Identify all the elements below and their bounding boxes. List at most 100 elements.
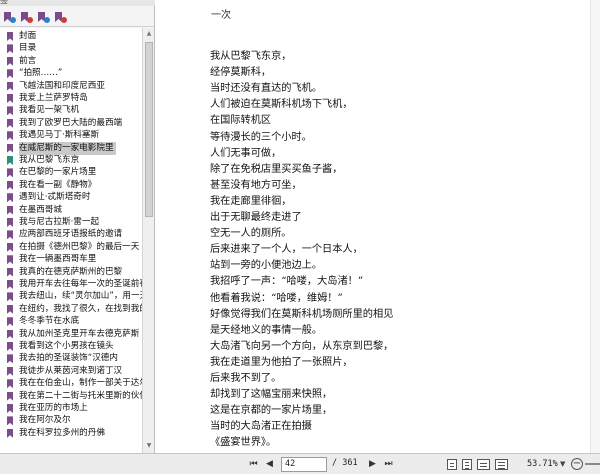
bookmark-icon xyxy=(7,44,13,54)
bookmark-item[interactable]: 我从加州圣克里开车去德克萨斯 xyxy=(0,328,142,341)
bookmark-icon xyxy=(7,354,13,364)
bookmark-icon xyxy=(7,131,13,141)
bookmark-item[interactable]: 在纽约，我找了很久，在找到我的 xyxy=(0,303,142,316)
bookmark-label: 冬冬季节在水底 xyxy=(19,316,80,327)
bookmark-item[interactable]: 我看到这个小男孩在镜头 xyxy=(0,340,142,353)
bookmark-item[interactable]: 我看见一架飞机 xyxy=(0,104,142,117)
next-page-icon[interactable]: ▶ xyxy=(367,459,378,470)
bookmark-item[interactable]: 我从巴黎飞东京 xyxy=(0,154,142,167)
bookmark-expand-icon[interactable] xyxy=(4,12,16,23)
scroll-up-icon[interactable]: ▲ xyxy=(145,30,153,38)
panel-header: 签 xyxy=(0,0,155,6)
bookmark-icon xyxy=(7,156,13,165)
bookmark-label: 封面 xyxy=(19,31,37,41)
scroll-down-icon[interactable]: ▼ xyxy=(145,442,153,450)
bookmark-icon xyxy=(7,342,13,351)
bookmark-item[interactable]: 我在科罗拉多州的丹佛 xyxy=(0,427,142,440)
text-line: 大岛渚飞向另一个方向，从东京到巴黎， xyxy=(210,340,394,352)
bookmark-label: 在威尼斯的一家电影院里 xyxy=(19,141,116,155)
page-number-input[interactable]: 42 xyxy=(281,457,327,472)
zoom-dropdown-icon[interactable]: ▼ xyxy=(560,460,565,468)
text-line: 我在走道里为他拍了一张照片， xyxy=(210,356,353,368)
bookmark-icon xyxy=(7,391,13,401)
bookmark-icon xyxy=(7,143,13,153)
bookmark-item[interactable]: 遇到让·忒斯塔奇时 xyxy=(0,191,142,204)
bookmark-item[interactable]: 我用开车去往每年一次的圣诞前夜 xyxy=(0,278,142,291)
status-bar: ⏮ ◀ 42 / 361 ▶ ⏭ 53.71% ▼ − xyxy=(0,453,600,474)
bookmark-label: 我在一辆墨西哥车里 xyxy=(19,254,97,265)
bookmark-item[interactable]: 我与尼古拉斯·雷一起 xyxy=(0,216,142,229)
bookmark-item[interactable]: 我遇见马丁·斯科塞斯 xyxy=(0,129,142,142)
bookmark-new-icon[interactable] xyxy=(21,12,33,23)
bookmark-icon xyxy=(7,304,13,314)
page-total-label: / 361 xyxy=(332,458,358,468)
text-line: 我在走廊里徘徊， xyxy=(210,195,292,207)
bookmark-options-icon[interactable] xyxy=(55,12,67,23)
text-line: 甚至没有地方可坐， xyxy=(210,179,302,191)
bookmark-item[interactable]: 冬冬季节在水底 xyxy=(0,315,142,328)
prev-page-icon[interactable]: ◀ xyxy=(264,459,275,470)
bookmark-toolbar xyxy=(0,8,155,27)
last-page-icon[interactable]: ⏭ xyxy=(383,459,394,470)
bookmark-label: 我徒步从莱茵河来到诺丁汉 xyxy=(19,365,123,376)
text-line: 当时还没有直达的飞机。 xyxy=(210,83,323,95)
bookmark-item[interactable]: 目录 xyxy=(0,42,142,55)
bookmark-label: 我真的在德克萨斯州的巴黎 xyxy=(19,266,123,277)
bookmark-item[interactable]: 我去拍的圣诞装饰“汉德内 xyxy=(0,352,142,365)
bookmark-label: 我去纽山，续“灵尔加山”，用一天 xyxy=(19,291,142,302)
bookmark-label: 我去拍的圣诞装饰“汉德内 xyxy=(19,353,118,364)
text-line: 我招呼了一声：“哈喽，大岛渚！” xyxy=(210,276,364,288)
first-page-icon[interactable]: ⏮ xyxy=(248,459,259,470)
text-line: 出于无聊最终走进了 xyxy=(210,212,302,223)
bookmark-label: 我在科罗拉多州的丹佛 xyxy=(19,427,105,438)
scrollbar-thumb[interactable] xyxy=(145,42,153,217)
bookmark-item[interactable]: 我去纽山，续“灵尔加山”，用一天 xyxy=(0,290,142,303)
text-line: 等待漫长的三个小时。 xyxy=(210,131,312,143)
bookmark-icon xyxy=(7,168,13,178)
bookmark-item[interactable]: 封面 xyxy=(0,30,142,43)
bookmark-icon xyxy=(7,379,13,389)
bookmark-label: 我到了欧罗巴大陆的最西端 xyxy=(19,117,123,128)
text-line: 好像觉得我们在莫斯科机场厕所里的相见 xyxy=(210,308,394,320)
bookmark-icon xyxy=(7,280,13,289)
bookmark-scrollbar[interactable]: ▲ ▼ xyxy=(142,28,154,453)
bookmark-item[interactable]: 飞越法国和印度尼西亚 xyxy=(0,80,142,93)
continuous-facing-view-icon[interactable] xyxy=(495,459,508,470)
bookmark-collapse-icon[interactable] xyxy=(38,12,50,23)
bookmark-item[interactable]: 在威尼斯的一家电影院里 xyxy=(0,141,142,155)
text-line: 在国际转机区 xyxy=(210,115,272,127)
bookmark-icon xyxy=(7,404,13,413)
bookmark-item[interactable]: 在墨西哥城 xyxy=(0,204,142,217)
single-page-view-icon[interactable] xyxy=(447,459,457,470)
text-line: 却找到了这幅宝丽来快照， xyxy=(210,389,333,401)
bookmark-item[interactable]: 我徒步从莱茵河来到诺丁汉 xyxy=(0,365,142,378)
bookmark-item[interactable]: 我在在伯金山，制作一部关于达尔 xyxy=(0,377,142,390)
bookmark-item[interactable]: 在拍摄《德州巴黎》的最后一天 xyxy=(0,241,142,254)
facing-view-icon[interactable] xyxy=(477,459,490,470)
bookmark-label: 我从加州圣克里开车去德克萨斯 xyxy=(19,328,140,339)
bookmark-item[interactable]: 在巴黎的一家片场里 xyxy=(0,166,142,179)
bookmark-item[interactable]: 我到了欧罗巴大陆的最西端 xyxy=(0,117,142,130)
continuous-view-icon[interactable] xyxy=(462,459,472,470)
bookmark-item[interactable]: 我在亚历的市场上 xyxy=(0,402,142,415)
bookmark-item[interactable]: 我真的在德克萨斯州的巴黎 xyxy=(0,266,142,279)
bookmark-item[interactable]: 前言 xyxy=(0,55,142,68)
bookmark-item[interactable]: 我在一辆墨西哥车里 xyxy=(0,253,142,266)
bookmark-icon xyxy=(7,292,13,302)
bookmark-item[interactable]: 我爱上兰萨罗特岛 xyxy=(0,92,142,105)
text-line: 是天经地义的事情一般。 xyxy=(210,324,323,336)
bookmark-item[interactable]: “拍照……” xyxy=(0,67,142,80)
bookmark-item[interactable]: 我在第二十二街与托米里斯的伙伴 xyxy=(0,390,142,403)
zoom-slider[interactable] xyxy=(585,463,600,465)
document-scrollbar[interactable] xyxy=(590,0,600,453)
bookmark-label: 在纽约，我找了很久，在找到我的 xyxy=(19,303,142,314)
bookmark-icon xyxy=(7,205,13,215)
bookmark-item[interactable]: 我在阿尔及尔 xyxy=(0,414,142,427)
bookmark-item[interactable]: 应两部西班牙语报纸的邀请 xyxy=(0,228,142,241)
zoom-out-icon[interactable]: − xyxy=(571,458,583,470)
text-line: 后来我不到了。 xyxy=(210,373,282,384)
bookmark-label: 我在亚历的市场上 xyxy=(19,403,88,413)
text-line: 当时的大岛渚正在拍摄 xyxy=(210,421,312,433)
zoom-level[interactable]: 53.71% xyxy=(527,459,558,469)
bookmark-item[interactable]: 我在看一副《静物》 xyxy=(0,179,142,192)
